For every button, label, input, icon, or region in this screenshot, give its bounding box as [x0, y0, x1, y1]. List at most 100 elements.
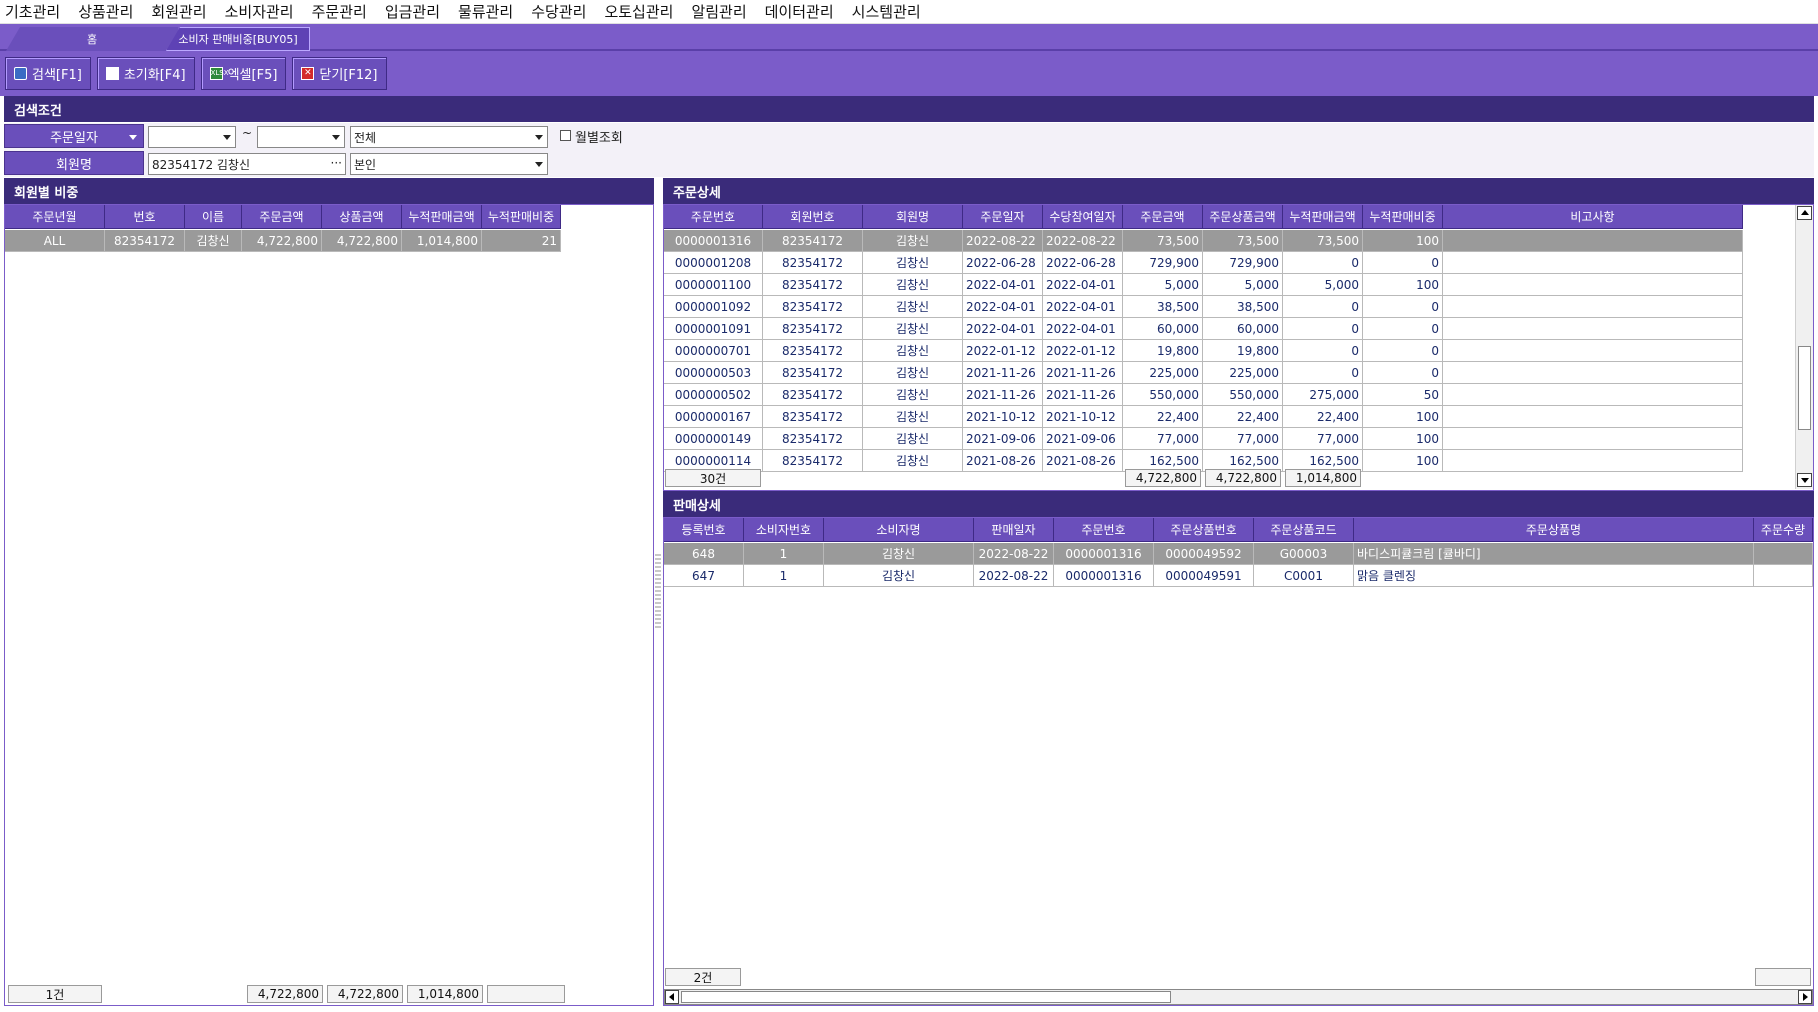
column-header[interactable]: 주문일자 — [963, 205, 1043, 229]
menu-item[interactable]: 소비자관리 — [224, 1, 295, 22]
order-row[interactable]: 0000001100 82354172 김창신 2022-04-01 2022-04-0… — [664, 274, 1743, 296]
column-header[interactable]: 누적판매비중 — [1363, 205, 1443, 229]
order-row[interactable]: 0000001316 82354172 김창신 2022-08-22 2022-08-2… — [664, 230, 1743, 252]
table-cell: 김창신 — [863, 406, 963, 428]
table-cell: 0 — [1283, 340, 1363, 362]
order-date-label[interactable]: 주문일자 — [4, 124, 144, 148]
sales-footer-blank — [1755, 968, 1811, 986]
column-header[interactable]: 소비자명 — [824, 518, 974, 542]
table-cell: 김창신 — [863, 252, 963, 274]
column-header[interactable]: 주문금액 — [242, 205, 322, 229]
date-from-field[interactable] — [148, 126, 236, 148]
scroll-thumb[interactable] — [1798, 346, 1811, 430]
table-cell: 82354172 — [763, 318, 863, 340]
column-header[interactable]: 상품금액 — [322, 205, 402, 229]
order-row[interactable]: 0000000701 82354172 김창신 2022-01-12 2022-01-1… — [664, 340, 1743, 362]
relation-select[interactable]: 본인 — [350, 153, 548, 175]
column-header[interactable]: 회원명 — [863, 205, 963, 229]
monthly-checkbox[interactable] — [560, 130, 571, 141]
reset-button[interactable]: 초기화[F4] — [96, 57, 195, 90]
column-header[interactable]: 주문상품코드 — [1254, 518, 1354, 542]
order-row[interactable]: 0000000503 82354172 김창신 2021-11-26 2021-11-2… — [664, 362, 1743, 384]
order-row[interactable]: 0000000502 82354172 김창신 2021-11-26 2021-11-2… — [664, 384, 1743, 406]
order-vertical-scrollbar[interactable] — [1795, 205, 1813, 489]
member-name-field[interactable]: 82354172 김창신 ··· — [148, 153, 346, 175]
table-cell: 82354172 — [763, 362, 863, 384]
menu-item[interactable]: 주문관리 — [311, 1, 368, 22]
menu-item[interactable]: 데이터관리 — [764, 1, 835, 22]
scope-select[interactable]: 전체 — [350, 126, 548, 148]
column-header[interactable]: 누적판매금액 — [402, 205, 482, 229]
order-row[interactable]: 0000001091 82354172 김창신 2022-04-01 2022-04-0… — [664, 318, 1743, 340]
order-row[interactable]: 0000000149 82354172 김창신 2021-09-06 2021-09-0… — [664, 428, 1743, 450]
menu-item[interactable]: 기초관리 — [4, 1, 61, 22]
horizontal-scroll-thumb[interactable] — [681, 991, 1171, 1003]
column-header[interactable]: 회원번호 — [763, 205, 863, 229]
table-cell: 2021-10-12 — [1043, 406, 1123, 428]
menu-item[interactable]: 수당관리 — [530, 1, 587, 22]
column-header[interactable]: 누적판매비중 — [482, 205, 561, 229]
table-cell: 0000001316 — [664, 230, 763, 252]
table-cell: 김창신 — [863, 296, 963, 318]
sales-horizontal-scrollbar[interactable] — [664, 989, 1813, 1005]
column-header[interactable]: 주문상품번호 — [1154, 518, 1254, 542]
table-cell: 2022-04-01 — [963, 318, 1043, 340]
menu-item[interactable]: 시스템관리 — [851, 1, 922, 22]
member-ratio-row[interactable]: ALL 82354172 김창신 4,722,800 4,722,800 1,014,80… — [5, 230, 561, 252]
table-cell — [1443, 252, 1743, 274]
table-cell: 0 — [1283, 296, 1363, 318]
order-row[interactable]: 0000001092 82354172 김창신 2022-04-01 2022-04-0… — [664, 296, 1743, 318]
date-to-field[interactable] — [257, 126, 345, 148]
sales-detail-panel — [663, 517, 1814, 1006]
column-header[interactable]: 비고사항 — [1443, 205, 1743, 229]
column-header[interactable]: 번호 — [105, 205, 185, 229]
column-header[interactable]: 소비자번호 — [744, 518, 824, 542]
table-cell: 0 — [1283, 252, 1363, 274]
member-ratio-header: 회원별 비중 — [4, 178, 654, 204]
menu-item[interactable]: 상품관리 — [77, 1, 134, 22]
column-header[interactable]: 누적판매금액 — [1283, 205, 1363, 229]
column-header[interactable]: 이름 — [185, 205, 242, 229]
table-cell: 100 — [1363, 230, 1443, 252]
scroll-down-icon[interactable] — [1797, 473, 1812, 487]
menu-item[interactable]: 알림관리 — [690, 1, 747, 22]
table-cell: 1 — [744, 543, 824, 565]
menu-item[interactable]: 물류관리 — [457, 1, 514, 22]
column-header[interactable]: 등록번호 — [664, 518, 744, 542]
tab-strip: 홈 소비자 판매비중[BUY05] — [0, 24, 1818, 51]
order-row[interactable]: 0000000167 82354172 김창신 2021-10-12 2021-10-1… — [664, 406, 1743, 428]
sales-row[interactable]: 647 1 김창신 2022-08-22 0000001316 0000049591 C00… — [664, 565, 1813, 587]
scroll-left-icon[interactable] — [665, 990, 679, 1004]
scroll-up-icon[interactable] — [1797, 206, 1812, 220]
ellipsis-icon[interactable]: ··· — [331, 157, 342, 169]
search-button[interactable]: 검색[F1] — [5, 57, 91, 90]
column-header[interactable]: 주문번호 — [1054, 518, 1154, 542]
left-footer-count: 1건 — [8, 985, 102, 1003]
excel-button[interactable]: XLSX 엑셀[F5] — [200, 57, 287, 90]
menu-item[interactable]: 회원관리 — [150, 1, 207, 22]
search-button-label: 검색[F1] — [32, 68, 82, 83]
column-header[interactable]: 주문상품명 — [1354, 518, 1754, 542]
column-header[interactable]: 주문번호 — [664, 205, 763, 229]
panel-splitter[interactable] — [655, 552, 661, 628]
scroll-right-icon[interactable] — [1798, 990, 1812, 1004]
column-header[interactable]: 주문상품금액 — [1203, 205, 1283, 229]
table-cell: 82354172 — [763, 230, 863, 252]
order-row[interactable]: 0000000114 82354172 김창신 2021-08-26 2021-08-2… — [664, 450, 1743, 472]
tab-consumer-sales-ratio[interactable]: 소비자 판매비중[BUY05] — [166, 27, 310, 51]
table-cell: 김창신 — [863, 450, 963, 472]
column-header[interactable]: 주문년월 — [5, 205, 105, 229]
menu-item[interactable]: 오토십관리 — [603, 1, 674, 22]
order-row[interactable]: 0000001208 82354172 김창신 2022-06-28 2022-06-2… — [664, 252, 1743, 274]
table-cell: 82354172 — [763, 340, 863, 362]
menu-item[interactable]: 입금관리 — [384, 1, 441, 22]
column-header[interactable]: 주문금액 — [1123, 205, 1203, 229]
close-button[interactable]: ✕ 닫기[F12] — [292, 57, 387, 90]
sales-row[interactable]: 648 1 김창신 2022-08-22 0000001316 0000049592 G00… — [664, 543, 1813, 565]
column-header[interactable]: 주문수량 — [1754, 518, 1813, 542]
column-header[interactable]: 수당참여일자 — [1043, 205, 1123, 229]
table-cell: 2021-08-26 — [1043, 450, 1123, 472]
table-cell: 김창신 — [863, 384, 963, 406]
tab-home[interactable]: 홈 — [6, 27, 178, 51]
column-header[interactable]: 판매일자 — [974, 518, 1054, 542]
